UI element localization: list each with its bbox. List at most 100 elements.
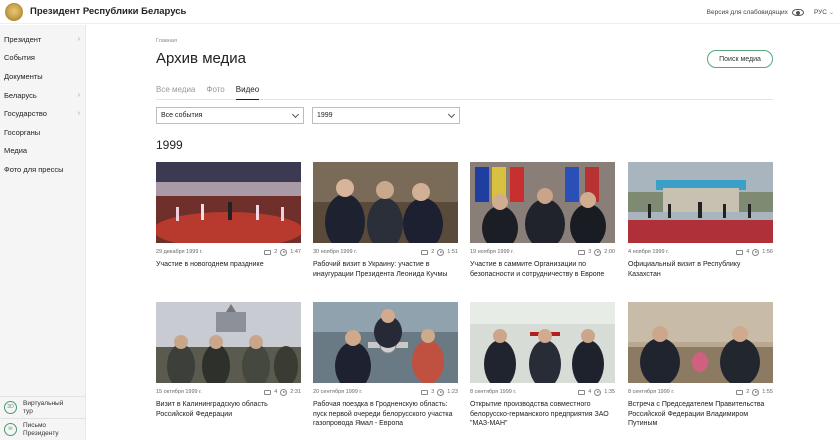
image-icon [421, 389, 429, 395]
video-card[interactable]: 29 декабря 1999 г. 2 1:47 Участие в ново… [156, 162, 301, 270]
letter-to-president-link[interactable]: ✉ Письмо Президенту [0, 418, 86, 440]
video-thumbnail[interactable] [628, 162, 773, 243]
video-title[interactable]: Рабочий визит в Украину: участие в инауг… [313, 260, 458, 279]
sidebar-item-press-photos[interactable]: Фото для прессы [0, 160, 85, 179]
sidebar-item-label: Президент [4, 34, 42, 44]
site-header: Президент Республики Беларусь Версия для… [0, 0, 840, 24]
video-date: 8 сентября 1999 г. [470, 389, 517, 395]
photo-count: 3 [431, 389, 435, 395]
tab-all-media[interactable]: Все медиа [156, 84, 195, 100]
video-title[interactable]: Участие в новогоднем празднике [156, 260, 301, 270]
video-meta: 30 ноября 1999 г. 2 1:51 [313, 247, 458, 257]
header-tools: Версия для слабовидящих РУС ⌄ [707, 0, 834, 24]
virtual-tour-link[interactable]: 3D Виртуальный тур [0, 396, 86, 418]
tab-video[interactable]: Видео [235, 84, 260, 100]
video-thumbnail[interactable] [313, 162, 458, 243]
sidebar-item-media[interactable]: Медиа [0, 142, 85, 161]
events-filter-select[interactable]: Все события [156, 107, 304, 124]
video-thumbnail[interactable] [156, 302, 301, 383]
breadcrumb[interactable]: Главная [156, 38, 177, 44]
sidebar-bottom-links: 3D Виртуальный тур ✉ Письмо Президенту [0, 396, 86, 440]
year-heading: 1999 [156, 138, 183, 152]
video-card[interactable]: 4 ноября 1999 г. 4 1:56 Официальный визи… [628, 162, 773, 279]
page-title: Архив медиа [156, 50, 246, 67]
video-counts: 4 1:35 [578, 388, 615, 396]
video-card[interactable]: 30 ноября 1999 г. 2 1:51 Рабочий визит в… [313, 162, 458, 279]
sidebar-item-label: Беларусь [4, 90, 37, 100]
chevron-right-icon: › [77, 110, 80, 118]
video-date: 29 декабря 1999 г. [156, 249, 203, 255]
play-icon [280, 388, 288, 396]
events-filter-value: Все события [161, 112, 203, 119]
envelope-icon: ✉ [4, 423, 17, 436]
media-type-tabs: Все медиа Фото Видео [156, 84, 773, 100]
video-card[interactable]: 20 сентября 1999 г. 3 1:23 Рабочая поезд… [313, 302, 458, 429]
video-date: 4 ноября 1999 г. [628, 249, 669, 255]
sidebar-item-government-bodies[interactable]: Госорганы [0, 123, 85, 142]
photo-count: 4 [746, 249, 750, 255]
accessibility-link[interactable]: Версия для слабовидящих [706, 8, 804, 16]
virtual-tour-icon: 3D [4, 401, 17, 414]
tab-photo[interactable]: Фото [206, 84, 224, 100]
video-counts: 4 1:56 [736, 248, 773, 256]
virtual-tour-label: Виртуальный тур [23, 400, 64, 415]
video-duration: 1:35 [604, 389, 615, 395]
video-thumbnail[interactable] [470, 302, 615, 383]
play-icon [752, 248, 760, 256]
chevron-down-icon [447, 110, 456, 119]
video-card[interactable]: 8 сентября 1999 г. 4 1:35 Открытие произ… [470, 302, 615, 429]
sidebar-item-documents[interactable]: Документы [0, 67, 85, 86]
video-meta: 19 ноября 1999 г. 3 2:00 [470, 247, 615, 257]
sidebar-item-label: Медиа [4, 146, 28, 156]
sidebar-item-events[interactable]: События [0, 49, 85, 68]
play-icon [752, 388, 760, 396]
video-thumbnail[interactable] [313, 302, 458, 383]
image-icon [736, 389, 744, 395]
play-icon [437, 248, 445, 256]
sidebar-item-label: События [4, 53, 35, 63]
year-filter-select[interactable]: 1999 [312, 107, 460, 124]
image-icon [736, 249, 744, 255]
sidebar-item-label: Фото для прессы [4, 164, 64, 174]
photo-count: 4 [588, 389, 592, 395]
image-icon [578, 249, 586, 255]
video-title[interactable]: Участие в саммите Организации по безопас… [470, 260, 615, 279]
sidebar-item-belarus[interactable]: Беларусь › [0, 86, 85, 105]
photo-count: 2 [746, 389, 750, 395]
play-icon [594, 388, 602, 396]
image-icon [264, 249, 272, 255]
play-icon [594, 248, 602, 256]
video-card[interactable]: 15 октября 1999 г. 4 2:31 Визит в Калини… [156, 302, 301, 419]
sidebar-item-state[interactable]: Государство › [0, 104, 85, 123]
video-title[interactable]: Открытие производства совместного белору… [470, 400, 615, 429]
video-meta: 29 декабря 1999 г. 2 1:47 [156, 247, 301, 257]
language-label: РУС [813, 8, 827, 16]
language-switch[interactable]: РУС ⌄ [814, 9, 834, 16]
video-card[interactable]: 8 сентября 1999 г. 2 1:55 Встреча с Пред… [628, 302, 773, 429]
chevron-down-icon [291, 110, 300, 119]
video-thumbnail[interactable] [628, 302, 773, 383]
video-duration: 1:55 [762, 389, 773, 395]
video-date: 8 сентября 1999 г. [628, 389, 675, 395]
video-counts: 2 1:55 [736, 388, 773, 396]
search-media-button[interactable]: Поиск медиа [707, 50, 773, 68]
video-thumbnail[interactable] [156, 162, 301, 243]
year-filter-value: 1999 [317, 112, 333, 119]
image-icon [264, 389, 272, 395]
video-thumbnail[interactable] [470, 162, 615, 243]
video-title[interactable]: Официальный визит в Республику Казахстан [628, 260, 773, 279]
video-duration: 2:00 [604, 249, 615, 255]
sidebar-item-label: Документы [4, 71, 43, 81]
site-title[interactable]: Президент Республики Беларусь [30, 6, 186, 17]
video-title[interactable]: Встреча с Председателем Правительства Ро… [628, 400, 773, 429]
video-title[interactable]: Визит в Калининградскую область Российск… [156, 400, 301, 419]
sidebar-item-president[interactable]: Президент › [0, 30, 85, 49]
video-counts: 2 1:47 [264, 248, 301, 256]
video-meta: 8 сентября 1999 г. 2 1:55 [628, 387, 773, 397]
video-title[interactable]: Рабочая поездка в Гродненскую область: п… [313, 400, 458, 429]
video-date: 30 ноября 1999 г. [313, 249, 357, 255]
play-icon [437, 388, 445, 396]
video-card[interactable]: 19 ноября 1999 г. 3 2:00 Участие в самми… [470, 162, 615, 279]
state-emblem-logo[interactable] [5, 2, 23, 21]
accessibility-label: Версия для слабовидящих [706, 8, 788, 16]
